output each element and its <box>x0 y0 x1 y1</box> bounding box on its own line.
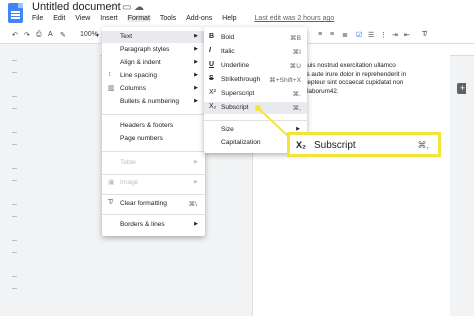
google-docs-window: Untitled document ☆ ▭ ☁ File Edit View I… <box>0 0 474 316</box>
callout-shortcut: ⌘, <box>417 140 429 150</box>
subscript-icon: X₂ <box>296 140 307 150</box>
callout-label: Subscript <box>314 140 356 151</box>
callout-connector <box>255 105 290 138</box>
subscript-callout: X₂ Subscript ⌘, <box>287 132 441 157</box>
